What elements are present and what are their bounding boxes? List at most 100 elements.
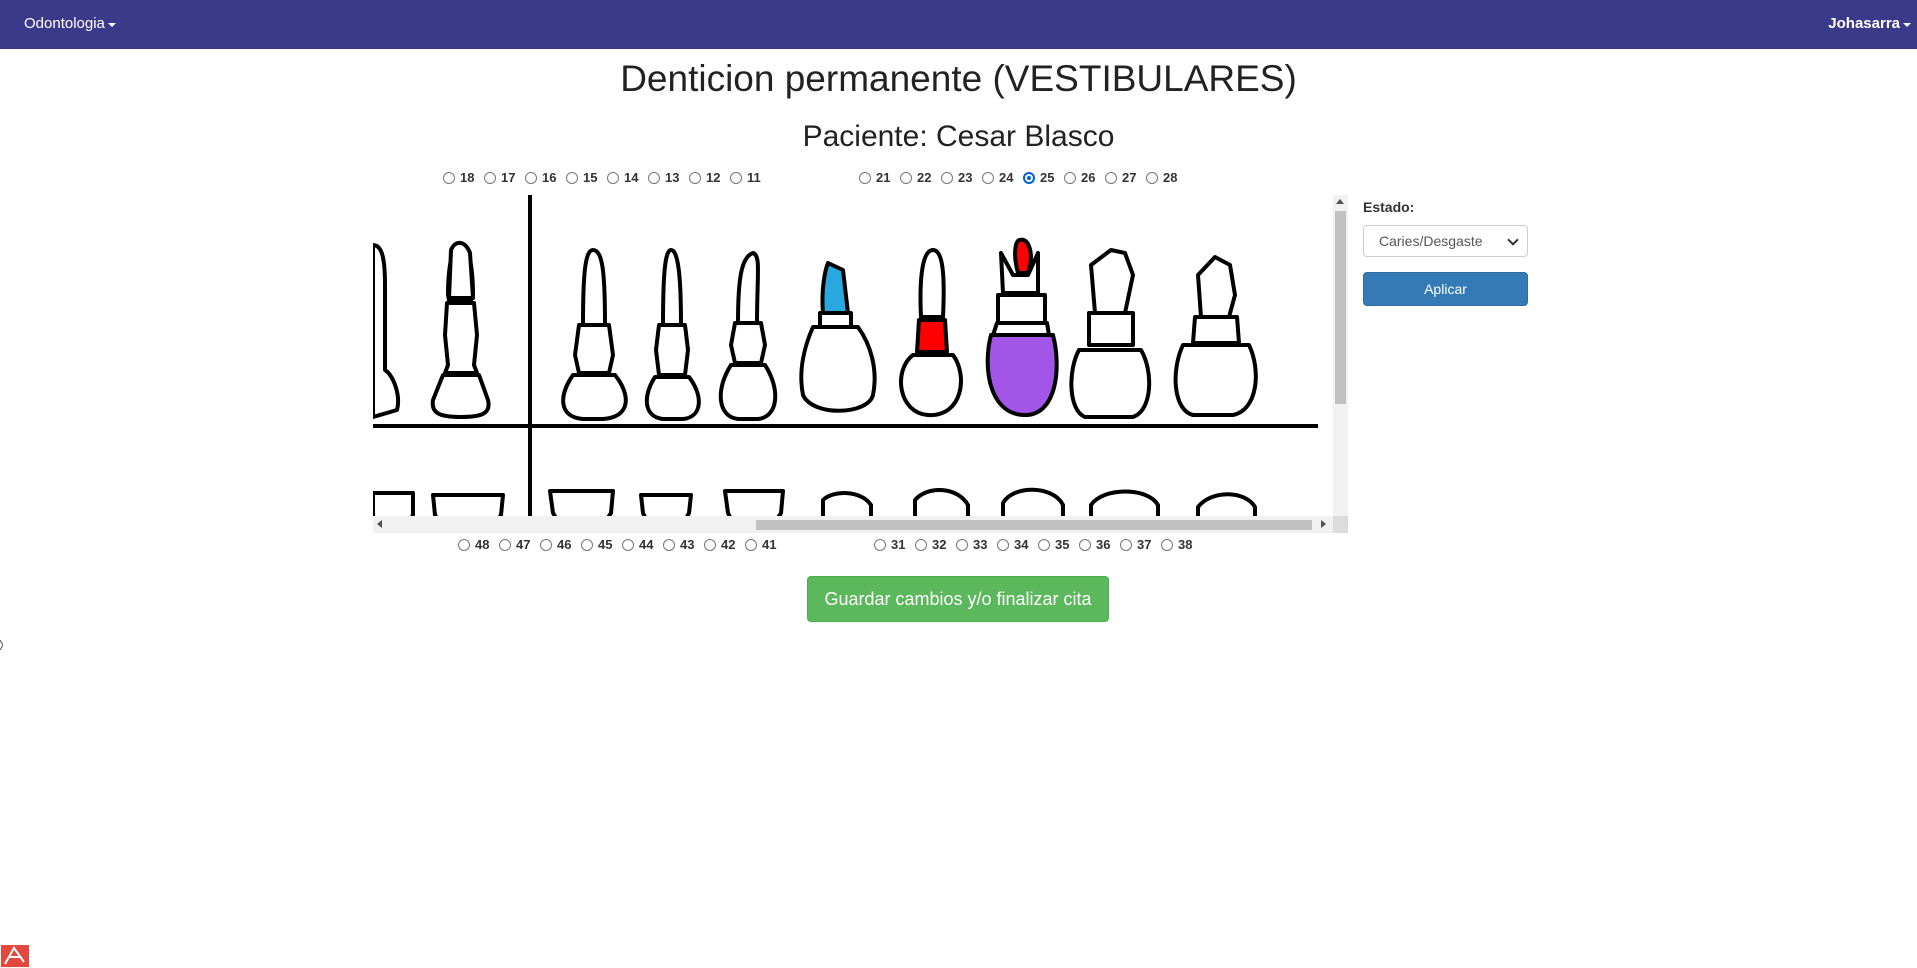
tooth-number-label: 13 bbox=[665, 170, 680, 185]
radio-button[interactable] bbox=[581, 538, 593, 551]
tooth-number-label: 22 bbox=[917, 170, 932, 185]
radio-button[interactable] bbox=[663, 538, 675, 551]
radio-button[interactable] bbox=[997, 538, 1009, 551]
radio-button[interactable] bbox=[941, 171, 953, 184]
radio-button[interactable] bbox=[1064, 171, 1076, 184]
horizontal-scroll-thumb[interactable] bbox=[756, 520, 1312, 530]
tooth-number-label: 37 bbox=[1137, 537, 1152, 552]
tooth-upper-10 bbox=[1173, 255, 1258, 417]
scroll-up-icon[interactable] bbox=[1336, 199, 1344, 204]
tooth-number-label: 38 bbox=[1178, 537, 1193, 552]
vertical-scrollbar[interactable] bbox=[1333, 195, 1348, 533]
tooth-number-label: 12 bbox=[706, 170, 721, 185]
radio-button[interactable] bbox=[525, 171, 537, 184]
radio-button[interactable] bbox=[859, 171, 871, 184]
radio-button[interactable] bbox=[900, 171, 912, 184]
radio-button[interactable] bbox=[1120, 538, 1132, 551]
tooth-number-label: 17 bbox=[501, 170, 516, 185]
tooth-radio-48[interactable]: 48 bbox=[458, 537, 499, 552]
tooth-radio-44[interactable]: 44 bbox=[622, 537, 663, 552]
tooth-radio-35[interactable]: 35 bbox=[1038, 537, 1079, 552]
radio-button[interactable] bbox=[566, 171, 578, 184]
tooth-cut-left bbox=[373, 243, 400, 419]
tooth-number-label: 21 bbox=[876, 170, 891, 185]
tooth-radio-33[interactable]: 33 bbox=[956, 537, 997, 552]
scroll-right-icon[interactable] bbox=[1321, 520, 1326, 528]
radio-button[interactable] bbox=[982, 171, 994, 184]
radio-button[interactable] bbox=[689, 171, 701, 184]
radio-button[interactable] bbox=[622, 538, 634, 551]
vertical-scroll-thumb[interactable] bbox=[1335, 211, 1346, 404]
scroll-left-icon[interactable] bbox=[377, 520, 382, 528]
radio-button[interactable] bbox=[499, 538, 511, 551]
tooth-radio-38[interactable]: 38 bbox=[1161, 537, 1202, 552]
tooth-radio-45[interactable]: 45 bbox=[581, 537, 622, 552]
tooth-radio-28[interactable]: 28 bbox=[1146, 170, 1187, 185]
tooth-upper-2 bbox=[430, 240, 491, 419]
tooth-number-label: 31 bbox=[891, 537, 906, 552]
tooth-radio-42[interactable]: 42 bbox=[704, 537, 745, 552]
edge-mark bbox=[0, 640, 3, 650]
tooth-number-label: 33 bbox=[973, 537, 988, 552]
radio-button[interactable] bbox=[1038, 538, 1050, 551]
tooth-radio-43[interactable]: 43 bbox=[663, 537, 704, 552]
tooth-radio-17[interactable]: 17 bbox=[484, 170, 525, 185]
odontologia-menu[interactable]: Odontologia bbox=[24, 15, 116, 32]
lower-left-tooth-selector: 31 32 33 34 35 36 37 38 bbox=[874, 537, 1202, 552]
tooth-number-label: 46 bbox=[557, 537, 572, 552]
tooth-number-label: 15 bbox=[583, 170, 598, 185]
tooth-number-label: 23 bbox=[958, 170, 973, 185]
estado-select[interactable]: Caries/Desgaste bbox=[1363, 225, 1528, 257]
radio-button[interactable] bbox=[443, 171, 455, 184]
lower-right-tooth-selector: 48 47 46 45 44 43 42 41 bbox=[458, 537, 786, 552]
tooth-radio-22[interactable]: 22 bbox=[900, 170, 941, 185]
apply-button[interactable]: Aplicar bbox=[1363, 272, 1528, 306]
radio-button[interactable] bbox=[540, 538, 552, 551]
radio-button[interactable] bbox=[745, 538, 757, 551]
caret-down-icon bbox=[107, 22, 116, 27]
odontogram-canvas[interactable] bbox=[373, 195, 1348, 533]
radio-button[interactable] bbox=[956, 538, 968, 551]
tooth-radio-31[interactable]: 31 bbox=[874, 537, 915, 552]
radio-button[interactable] bbox=[874, 538, 886, 551]
tooth-radio-27[interactable]: 27 bbox=[1105, 170, 1146, 185]
radio-button[interactable] bbox=[484, 171, 496, 184]
radio-button[interactable] bbox=[648, 171, 660, 184]
radio-button[interactable] bbox=[704, 538, 716, 551]
tooth-radio-37[interactable]: 37 bbox=[1120, 537, 1161, 552]
tooth-radio-14[interactable]: 14 bbox=[607, 170, 648, 185]
tooth-radio-18[interactable]: 18 bbox=[443, 170, 484, 185]
tooth-radio-15[interactable]: 15 bbox=[566, 170, 607, 185]
tooth-radio-23[interactable]: 23 bbox=[941, 170, 982, 185]
tooth-radio-11[interactable]: 11 bbox=[730, 170, 771, 185]
tooth-radio-24[interactable]: 24 bbox=[982, 170, 1023, 185]
tooth-radio-13[interactable]: 13 bbox=[648, 170, 689, 185]
radio-button[interactable] bbox=[1161, 538, 1173, 551]
tooth-radio-41[interactable]: 41 bbox=[745, 537, 786, 552]
radio-button[interactable] bbox=[607, 171, 619, 184]
user-menu[interactable]: Johasarra bbox=[1828, 15, 1911, 32]
radio-button[interactable] bbox=[730, 171, 742, 184]
tooth-radio-47[interactable]: 47 bbox=[499, 537, 540, 552]
tooth-number-label: 36 bbox=[1096, 537, 1111, 552]
tooth-radio-16[interactable]: 16 bbox=[525, 170, 566, 185]
tooth-radio-26[interactable]: 26 bbox=[1064, 170, 1105, 185]
radio-button[interactable] bbox=[1105, 171, 1117, 184]
app-logo-icon bbox=[1, 945, 29, 967]
radio-button[interactable] bbox=[458, 538, 470, 551]
odontogram-image bbox=[373, 195, 1318, 533]
tooth-radio-25[interactable]: 25 bbox=[1023, 170, 1064, 185]
save-finish-button[interactable]: Guardar cambios y/o finalizar cita bbox=[807, 576, 1109, 622]
tooth-radio-34[interactable]: 34 bbox=[997, 537, 1038, 552]
radio-button[interactable] bbox=[1079, 538, 1091, 551]
radio-button[interactable] bbox=[1146, 171, 1158, 184]
horizontal-scrollbar[interactable] bbox=[373, 516, 1348, 533]
radio-button[interactable] bbox=[1023, 171, 1035, 184]
tooth-radio-12[interactable]: 12 bbox=[689, 170, 730, 185]
tooth-radio-36[interactable]: 36 bbox=[1079, 537, 1120, 552]
tooth-number-label: 14 bbox=[624, 170, 639, 185]
tooth-radio-21[interactable]: 21 bbox=[859, 170, 900, 185]
tooth-radio-46[interactable]: 46 bbox=[540, 537, 581, 552]
tooth-radio-32[interactable]: 32 bbox=[915, 537, 956, 552]
radio-button[interactable] bbox=[915, 538, 927, 551]
